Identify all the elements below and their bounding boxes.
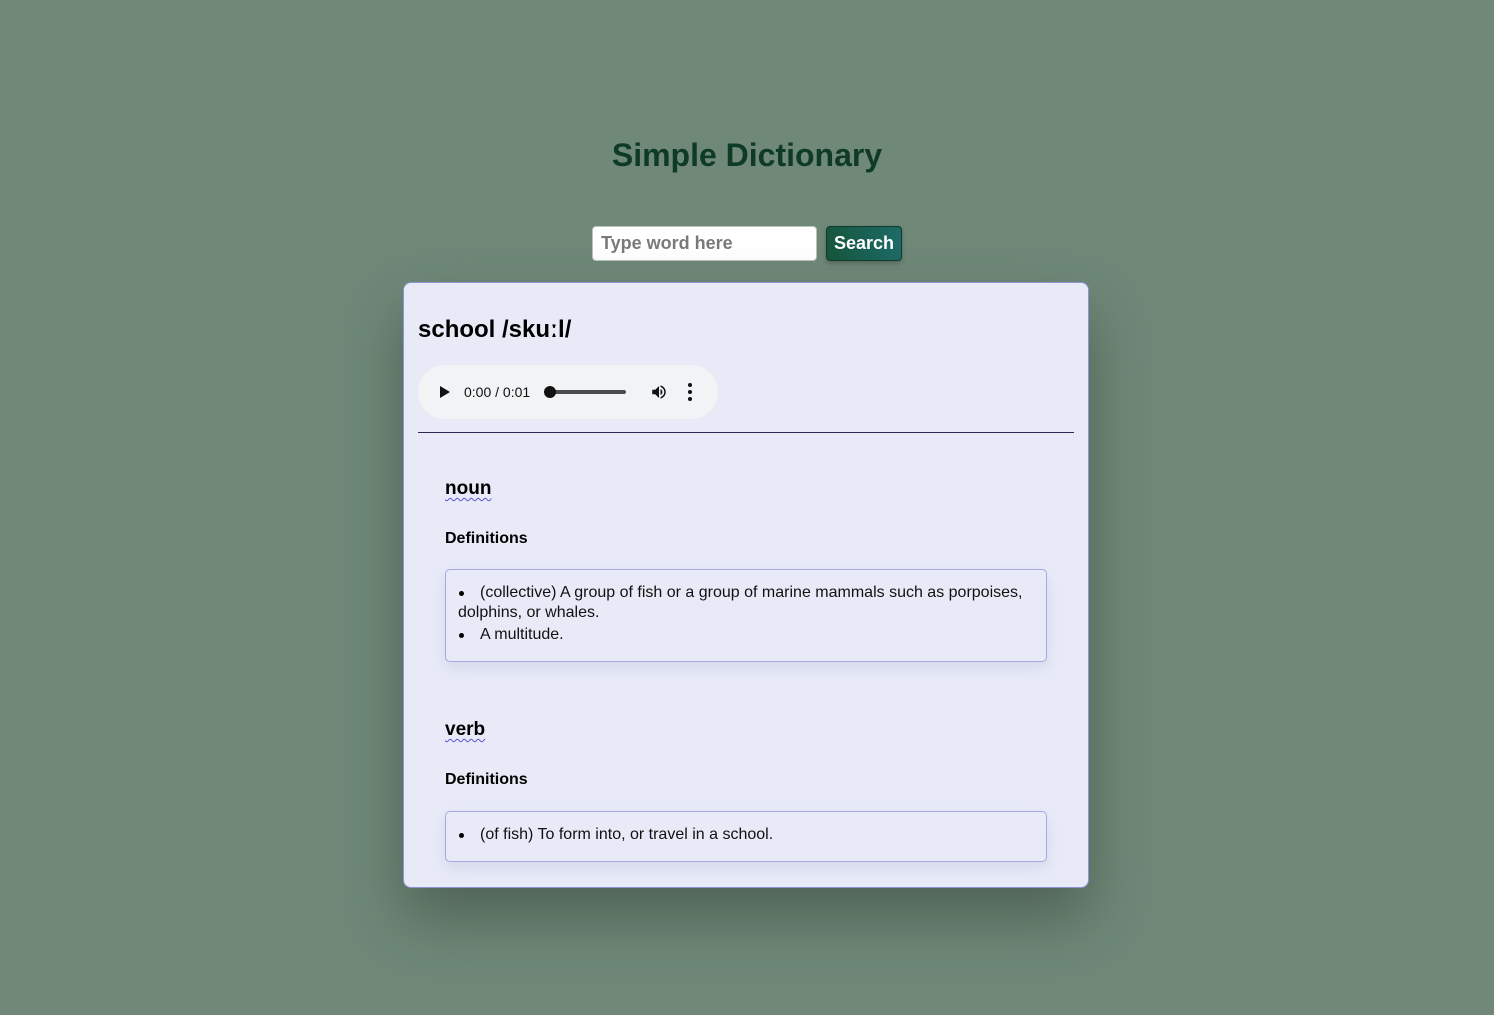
definitions-box: (of fish) To form into, or travel in a s…: [445, 811, 1047, 862]
definition-item: (of fish) To form into, or travel in a s…: [458, 825, 1034, 845]
divider: [418, 432, 1074, 433]
definitions-box: (collective) A group of fish or a group …: [445, 569, 1047, 662]
search-button[interactable]: Search: [826, 226, 903, 261]
definition-item: A multitude.: [458, 625, 1034, 645]
definitions-label: Definitions: [445, 771, 528, 788]
app-title: Simple Dictionary: [611, 137, 883, 173]
definitions-list: (of fish) To form into, or travel in a s…: [458, 825, 1034, 845]
part-of-speech-noun: noun: [445, 478, 492, 499]
definitions-list: (collective) A group of fish or a group …: [458, 583, 1034, 645]
audio-time: 0:00 / 0:01: [464, 384, 531, 400]
audio-progress-thumb[interactable]: [544, 386, 557, 398]
page: Simple Dictionary Search school /skuːl/ …: [0, 0, 1494, 1015]
definitions-label: Definitions: [445, 530, 528, 547]
definition-item: (collective) A group of fish or a group …: [458, 583, 1034, 623]
more-vertical-icon[interactable]: [682, 383, 698, 401]
volume-icon[interactable]: [650, 383, 668, 401]
play-icon[interactable]: [440, 386, 450, 398]
audio-progress-slider[interactable]: [544, 386, 627, 398]
audio-player: 0:00 / 0:01: [418, 365, 718, 419]
search-input[interactable]: [592, 226, 817, 261]
word-heading: school /skuːl/: [418, 316, 572, 343]
search-bar: Search: [592, 226, 903, 261]
part-of-speech-verb: verb: [445, 719, 486, 740]
